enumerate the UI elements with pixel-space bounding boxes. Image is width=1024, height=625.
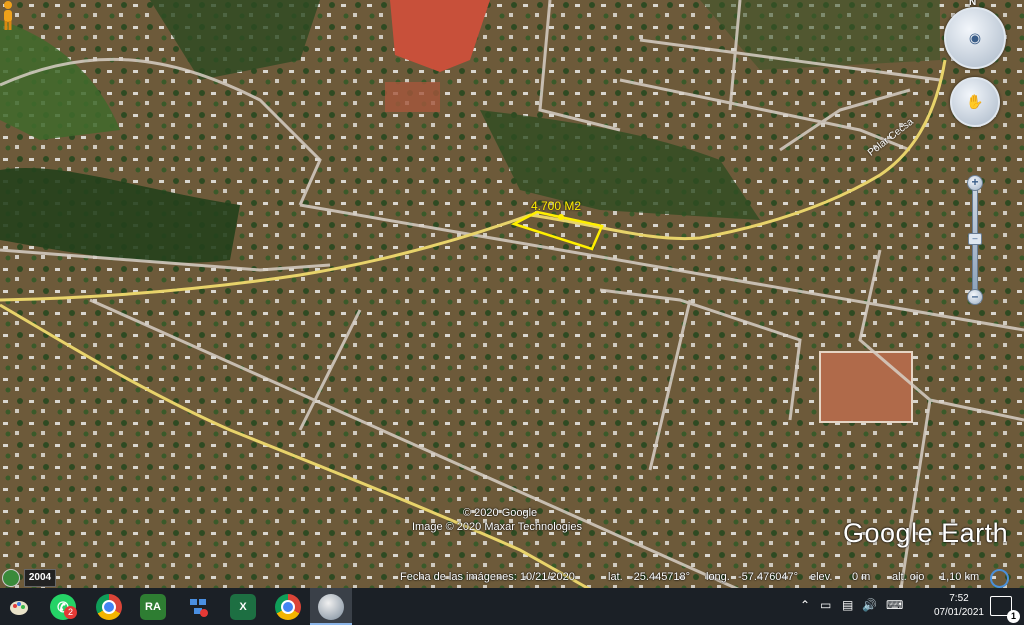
longitude-value: -57.476047° [738,571,799,583]
chrome-profile-center [281,600,295,614]
ra-icon[interactable]: RA [140,594,166,620]
google-earth-taskbar-button[interactable] [310,588,352,625]
clock-date: 07/01/2021 [933,607,984,618]
loading-globe-icon [990,569,1009,588]
zoom-in-button[interactable]: + [967,175,983,191]
chevron-up-icon[interactable]: ⌃ [800,598,810,612]
move-control[interactable]: ✋ [950,77,1000,127]
network-icon[interactable] [185,594,211,620]
clock-time: 7:52 [949,593,969,604]
whatsapp-badge: 2 [64,606,77,619]
zoom-slider-handle[interactable]: – [968,233,982,245]
status-bar: Fecha de las imágenes: 10/21/2020 lat. -… [0,566,1024,588]
google-earth-logo: Google Earth [843,518,1009,548]
notification-count: 1 [1007,610,1020,623]
elevation-label: elev. [810,571,833,583]
windows-taskbar: ✆ 2 RA X ⌃ ▭ ▤ 🔊 ⌨ 7:52 07/01/2021 1 [0,588,1024,625]
latitude-label: lat. [608,571,623,583]
google-earth-icon [318,594,344,620]
chrome-center [102,600,116,614]
elevation-value: 0 m [852,571,871,583]
zoom-control[interactable]: + – – [967,175,983,305]
battery-icon[interactable]: ▭ [820,598,831,612]
street-view-pegman-icon[interactable] [0,0,16,32]
chrome-profile-icon[interactable] [275,594,301,620]
imagery-copyright: Image © 2020 Maxar Technologies [412,521,582,533]
eye-altitude-label: alt. ojo [892,571,925,583]
parcel-area-label[interactable]: 4.700 M2 [531,199,581,213]
satellite-map-view[interactable]: 4.700 M2 Polar Cecsa © 2020 Google Image… [0,0,1024,595]
network-status-icon[interactable]: ▤ [842,598,853,612]
language-icon[interactable]: ⌨ [886,598,903,612]
satellite-imagery [0,0,1024,595]
look-around-control[interactable]: ◉ [944,7,1006,69]
longitude-label: long. [706,571,730,583]
google-copyright: © 2020 Google [463,507,538,519]
zoom-out-button[interactable]: – [967,289,983,305]
latitude-value: -25.445718° [630,571,691,583]
chrome-icon[interactable] [96,594,122,620]
volume-icon[interactable]: 🔊 [862,598,877,612]
imagery-date: Fecha de las imágenes: 10/21/2020 [400,571,575,583]
hand-icon: ✋ [966,93,984,110]
excel-icon[interactable]: X [230,594,256,620]
paint-icon[interactable] [6,594,32,620]
eye-altitude-value: 1,10 km [940,571,980,583]
eye-icon: ◉ [968,29,982,46]
system-clock[interactable]: 7:52 07/01/2021 [934,592,984,620]
